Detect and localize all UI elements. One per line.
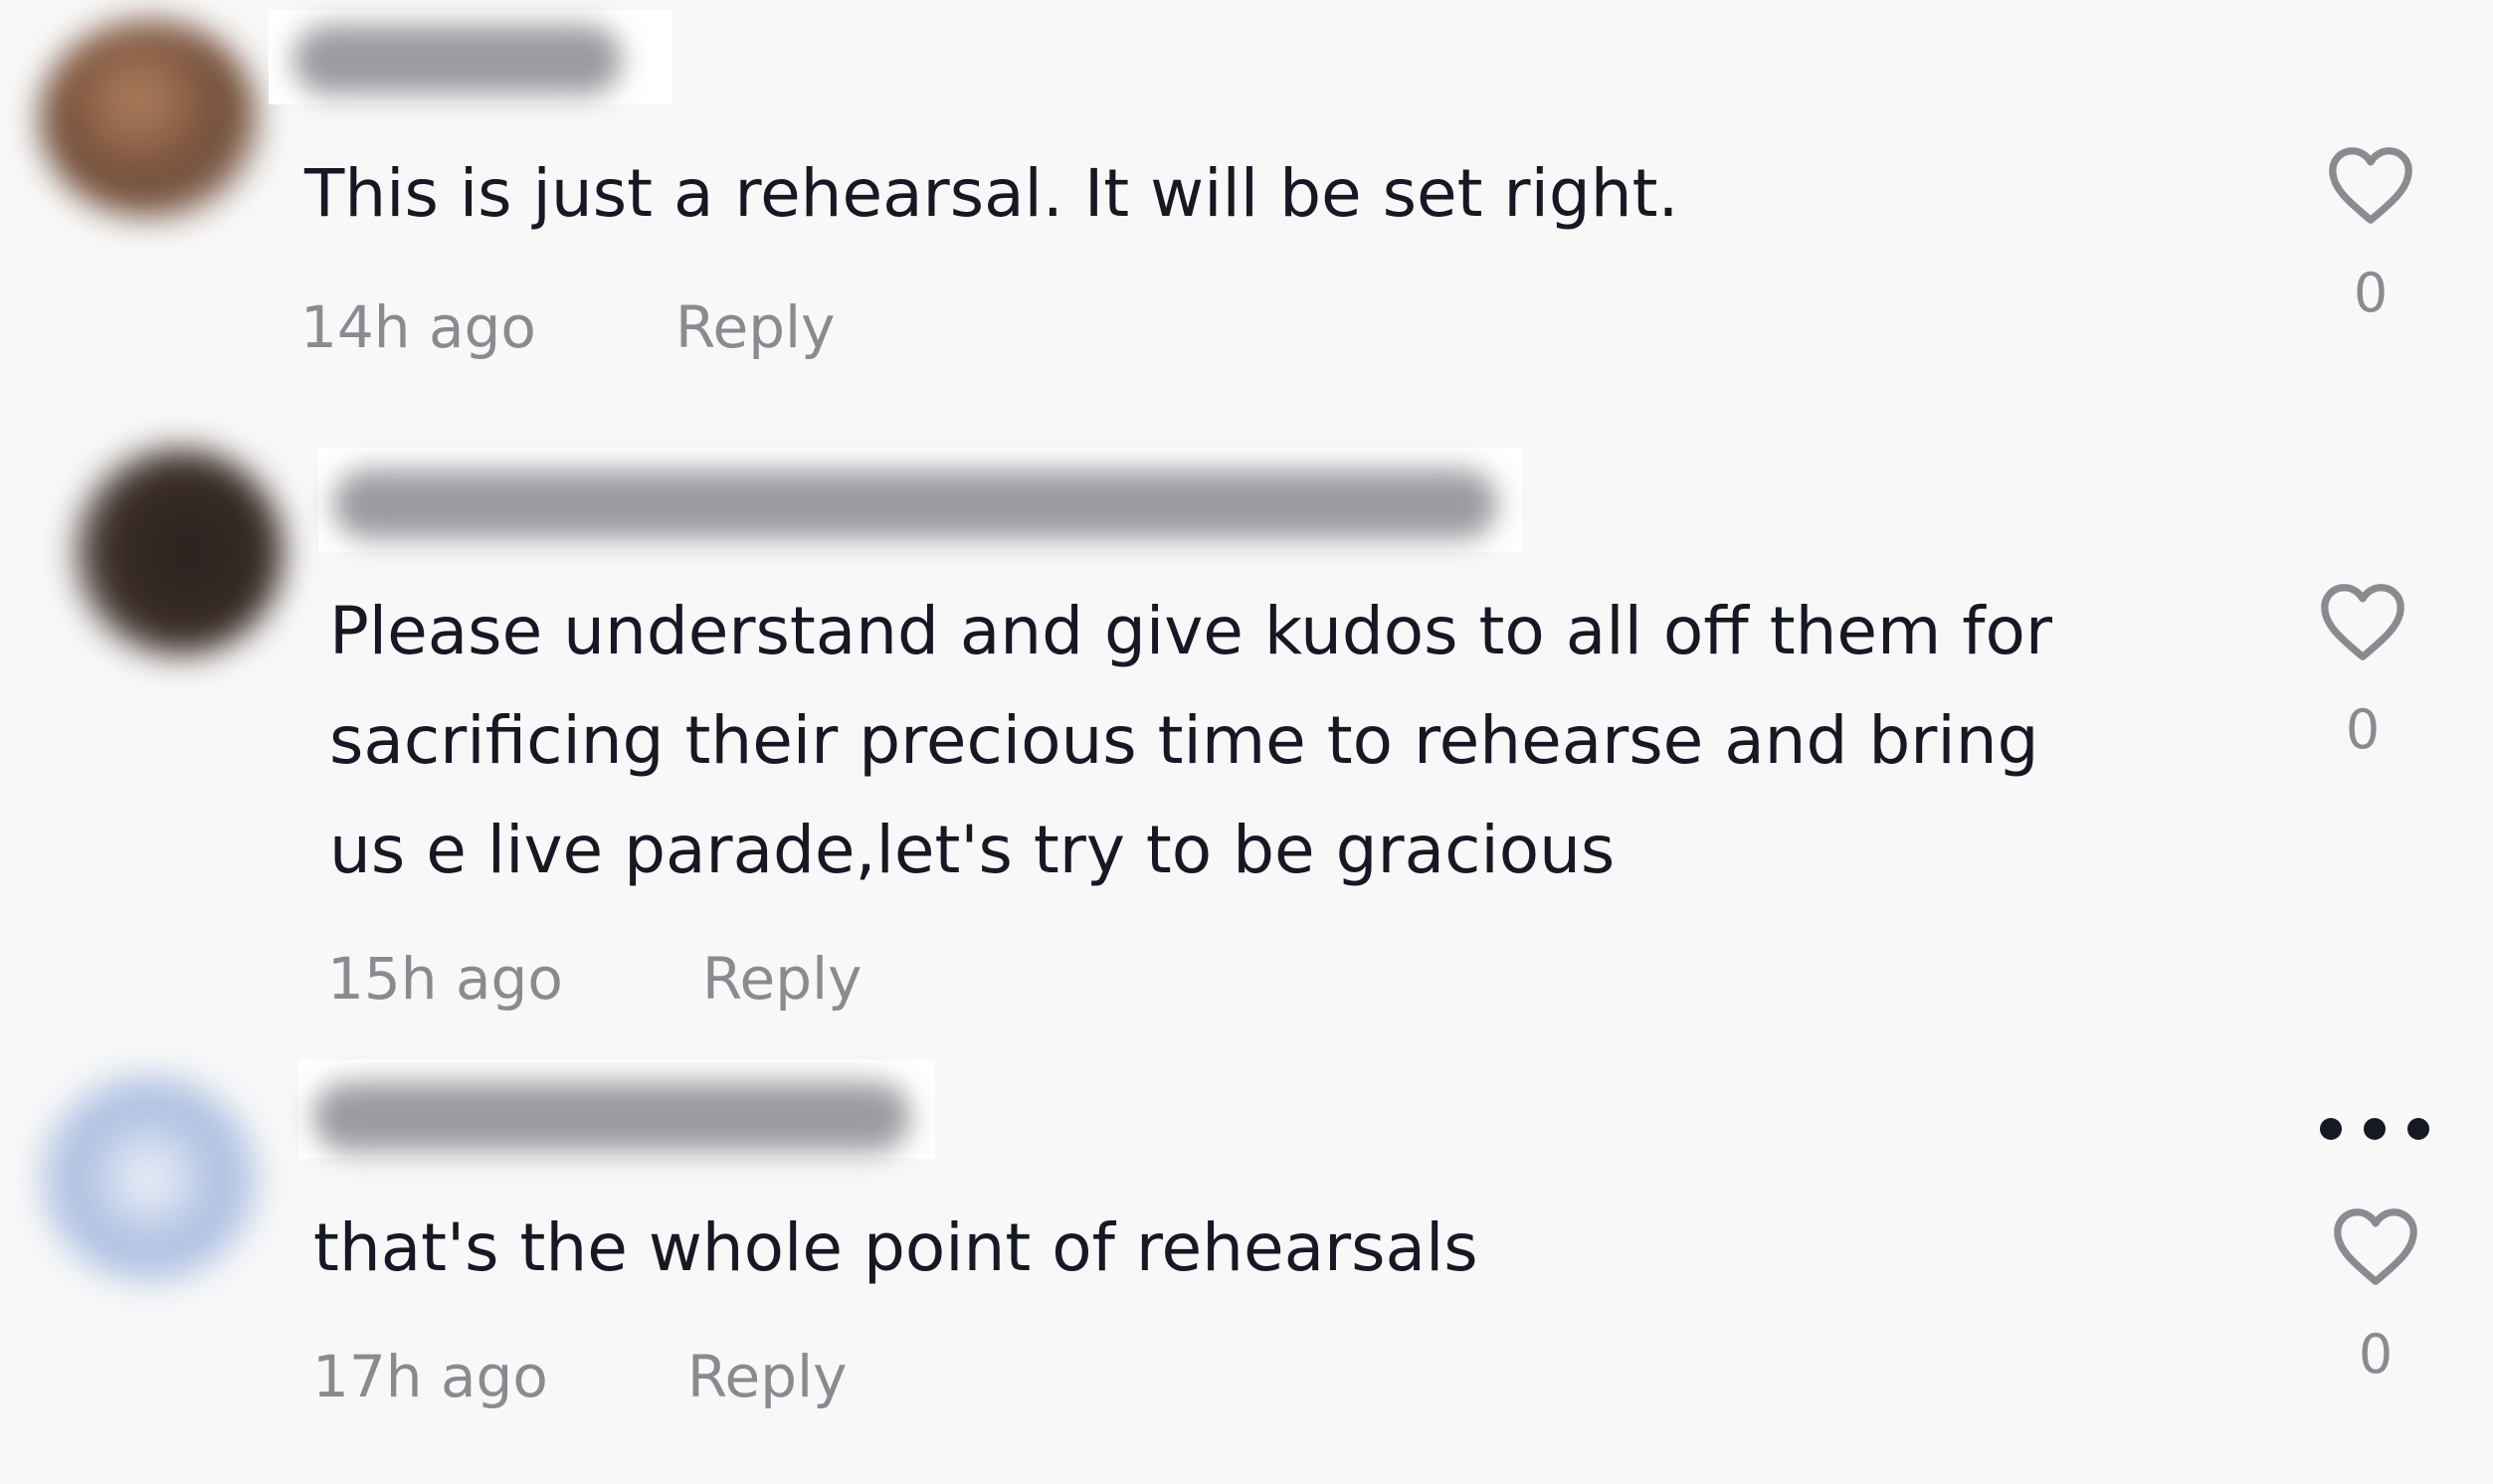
reply-button[interactable]: Reply <box>702 945 863 1013</box>
more-dots-icon[interactable] <box>2320 1104 2429 1154</box>
comment-item: This is just a rehearsal. It will be set… <box>0 0 2493 418</box>
comment-text: This is just a rehearsal. It will be set… <box>304 155 1679 232</box>
dot <box>2407 1118 2429 1140</box>
heart-outline-icon[interactable] <box>2330 1204 2421 1287</box>
comment-meta: 15h ago Reply <box>327 945 862 1013</box>
like-count: 0 <box>2345 698 2381 761</box>
avatar[interactable] <box>40 1074 259 1283</box>
dot <box>2364 1118 2386 1140</box>
comment-text: Please understand and give kudos to all … <box>329 593 2053 888</box>
username[interactable] <box>293 25 622 94</box>
timestamp: 14h ago <box>300 293 536 361</box>
username[interactable] <box>333 469 1497 539</box>
comment-text: that's the whole point of rehearsals <box>313 1209 1478 1286</box>
username[interactable] <box>313 1082 910 1152</box>
avatar[interactable] <box>40 20 259 219</box>
timestamp: 15h ago <box>327 945 563 1013</box>
like-control: 0 <box>2316 142 2425 324</box>
dot <box>2320 1118 2342 1140</box>
comment-item: that's the whole point of rehearsals 17h… <box>0 1054 2493 1484</box>
comment-meta: 14h ago Reply <box>300 293 835 361</box>
comment-item: Please understand and give kudos to all … <box>0 418 2493 1054</box>
like-count: 0 <box>2353 262 2389 324</box>
heart-outline-icon[interactable] <box>2325 142 2416 226</box>
like-control: 0 <box>2308 579 2417 761</box>
like-count: 0 <box>2358 1323 2394 1386</box>
reply-button[interactable]: Reply <box>687 1343 848 1410</box>
avatar[interactable] <box>75 448 284 656</box>
heart-outline-icon[interactable] <box>2317 579 2408 662</box>
like-control: 0 <box>2321 1204 2430 1386</box>
comment-meta: 17h ago Reply <box>312 1343 847 1410</box>
timestamp: 17h ago <box>312 1343 548 1410</box>
reply-button[interactable]: Reply <box>675 293 836 361</box>
